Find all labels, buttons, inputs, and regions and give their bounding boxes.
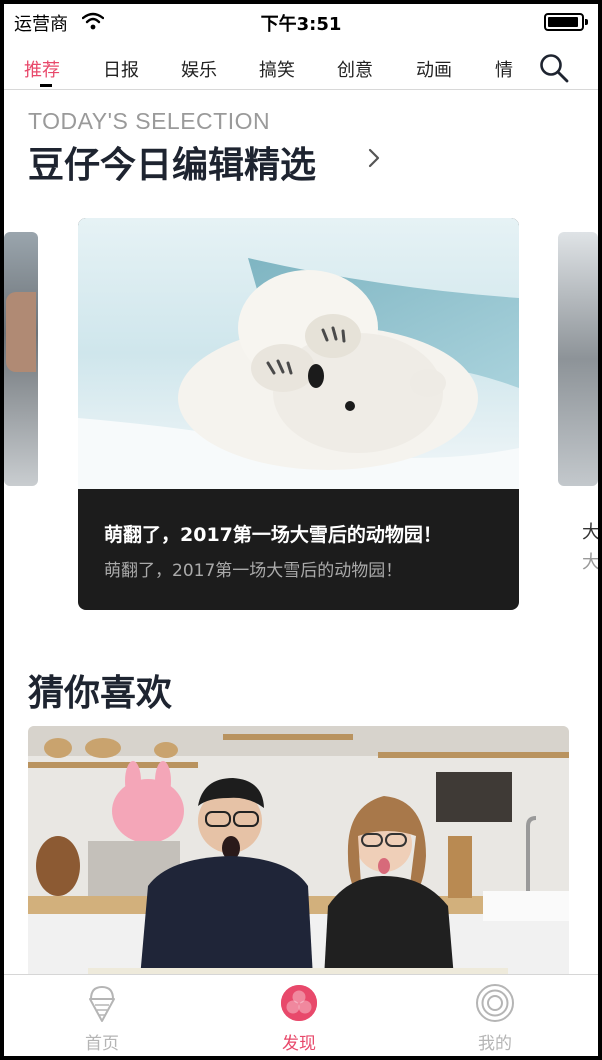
tab-recommend[interactable]: 推荐 [24,56,60,82]
polar-bear-image [78,218,519,489]
active-tab-indicator [40,84,52,87]
next-card-title: 大 [582,522,598,543]
tab-funny[interactable]: 搞笑 [259,56,295,82]
clock-time: 下午3:51 [260,14,342,35]
carousel-card-featured[interactable]: 萌翻了，2017第一场大雪后的动物园！ 萌翻了，2017第一场大雪后的动物园！ [78,218,519,610]
tab-emotion[interactable]: 情 [495,56,513,82]
tab-creative[interactable]: 创意 [337,56,373,82]
bottom-tab-home-label: 首页 [85,1034,119,1054]
clover-icon [281,985,317,1021]
next-card-subtitle: 大 [582,552,598,573]
bottom-tab-discover-label: 发现 [282,1034,316,1054]
selection-subtitle: TODAY'S SELECTION [28,108,271,134]
bottom-tab-discover[interactable]: 发现 [239,983,359,1054]
carousel-card-next[interactable] [558,232,598,486]
tab-daily[interactable]: 日报 [103,56,139,82]
person-thumbnail [6,292,36,372]
featured-caption: 萌翻了，2017第一场大雪后的动物园！ [104,524,442,546]
recommended-video-thumbnail[interactable] [28,726,569,978]
carousel-card-previous[interactable] [4,232,38,486]
tab-animation[interactable]: 动画 [416,56,452,82]
chevron-right-icon[interactable] [368,148,380,168]
bottom-tab-profile[interactable]: 我的 [435,983,555,1054]
tab-entertainment[interactable]: 娱乐 [181,56,217,82]
concentric-circles-icon [476,984,514,1022]
category-tab-bar: 推荐 日报 娱乐 搞笑 创意 动画 情 [4,44,598,90]
battery-icon [544,13,588,31]
app-screen: 运营商 下午3:51 推荐 日报 娱乐 搞笑 创意 动画 情 TODAY'S S… [4,4,598,1056]
search-icon[interactable] [538,52,570,84]
selection-title[interactable]: 豆仔今日编辑精选 [28,136,316,188]
bottom-tab-bar: 首页 发现 我的 [4,974,598,1056]
bottom-tab-profile-label: 我的 [478,1034,512,1054]
recommend-section-title: 猜你喜欢 [28,673,173,714]
status-bar: 运营商 下午3:51 [4,4,598,40]
featured-subcaption: 萌翻了，2017第一场大雪后的动物园！ [104,561,403,581]
ice-cream-icon [89,985,115,1022]
bottom-tab-home[interactable]: 首页 [42,983,162,1054]
